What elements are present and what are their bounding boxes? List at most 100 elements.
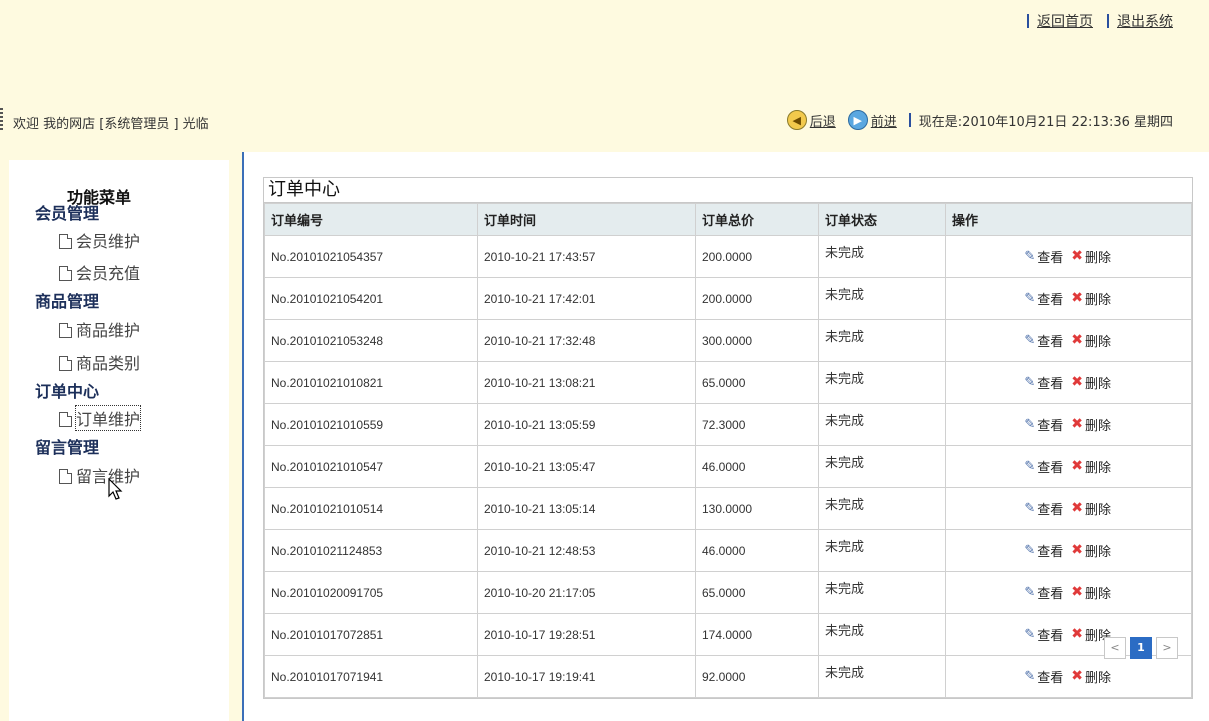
- order-status-cell: 未完成: [818, 403, 946, 446]
- next-page-button[interactable]: >: [1156, 637, 1178, 659]
- table-row: No.20101021010514 2010-10-21 13:05:14 130.…: [264, 487, 1192, 530]
- delete-x-icon: ✖: [1071, 626, 1083, 643]
- back-link[interactable]: 后退: [810, 111, 836, 130]
- pencil-icon: ✎: [1024, 249, 1036, 265]
- home-link[interactable]: 返回首页: [1037, 11, 1093, 31]
- menu-item-order-maintenance[interactable]: 订单维护: [59, 405, 142, 431]
- order-status-cell: 未完成: [818, 655, 946, 698]
- order-id-cell: No.20101017072851: [264, 613, 478, 656]
- column-header: 订单总价: [695, 203, 819, 236]
- delete-button[interactable]: ✖ 删除: [1071, 667, 1111, 686]
- table-row: No.20101017072851 2010-10-17 19:28:51 174.…: [264, 613, 1192, 656]
- view-button[interactable]: ✎ 查看: [1024, 331, 1063, 350]
- delete-x-icon: ✖: [1071, 290, 1083, 307]
- logout-link[interactable]: 退出系统: [1117, 11, 1173, 31]
- order-time-cell: 2010-10-21 17:32:48: [477, 319, 696, 362]
- forward-link[interactable]: 前进: [871, 111, 897, 130]
- view-button[interactable]: ✎ 查看: [1024, 289, 1063, 308]
- current-datetime: 现在是:2010年10月21日 22:13:36 星期四: [918, 114, 1173, 130]
- delete-button[interactable]: ✖ 删除: [1071, 331, 1111, 350]
- order-time-cell: 2010-10-20 21:17:05: [477, 571, 696, 614]
- delete-button[interactable]: ✖ 删除: [1071, 289, 1111, 308]
- order-total-cell: 72.3000: [695, 403, 819, 446]
- order-status-cell: 未完成: [818, 361, 946, 404]
- sidebar-frame: 功能菜单 会员管理 会员维护 会员充值 商品管理 商品维护 商品类别 订单中心 …: [0, 152, 242, 721]
- view-button[interactable]: ✎ 查看: [1024, 373, 1063, 392]
- orders-table: 订单编号 订单时间 订单总价 订单状态 操作 No.20101021054357…: [264, 203, 1192, 698]
- order-id-cell: No.20101021010547: [264, 445, 478, 488]
- order-total-cell: 46.0000: [695, 529, 819, 572]
- delete-button[interactable]: ✖ 删除: [1071, 583, 1111, 602]
- view-button[interactable]: ✎ 查看: [1024, 415, 1063, 434]
- order-status-cell: 未完成: [818, 487, 946, 530]
- menu-item-member-maintenance[interactable]: 会员维护: [59, 228, 140, 252]
- menu-item-message-maintenance[interactable]: 留言维护: [59, 463, 140, 487]
- menu-group-products: 商品管理: [35, 292, 100, 311]
- forward-arrow-icon[interactable]: ▶: [847, 110, 868, 130]
- welcome-marker: [0, 108, 3, 130]
- order-total-cell: 200.0000: [695, 277, 819, 320]
- delete-x-icon: ✖: [1071, 458, 1083, 475]
- delete-x-icon: ✖: [1071, 668, 1083, 685]
- order-total-cell: 65.0000: [695, 571, 819, 614]
- view-button[interactable]: ✎ 查看: [1024, 541, 1063, 560]
- table-header-row: 订单编号 订单时间 订单总价 订单状态 操作: [264, 203, 1192, 236]
- view-button[interactable]: ✎ 查看: [1024, 583, 1063, 602]
- menu-group-members: 会员管理: [35, 204, 100, 223]
- delete-button[interactable]: ✖ 删除: [1071, 457, 1111, 476]
- view-button[interactable]: ✎ 查看: [1024, 457, 1063, 476]
- view-button[interactable]: ✎ 查看: [1024, 625, 1063, 644]
- menu-item-product-category[interactable]: 商品类别: [59, 350, 140, 374]
- view-button[interactable]: ✎ 查看: [1024, 499, 1063, 518]
- document-icon: [59, 266, 72, 281]
- document-icon: [59, 323, 72, 338]
- delete-button[interactable]: ✖ 删除: [1071, 247, 1111, 266]
- table-row: No.20101021010547 2010-10-21 13:05:47 46.0…: [264, 445, 1192, 488]
- delete-button[interactable]: ✖ 删除: [1071, 415, 1111, 434]
- order-time-cell: 2010-10-21 12:48:53: [477, 529, 696, 572]
- order-id-cell: No.20101017071941: [264, 655, 478, 698]
- order-id-cell: No.20101021054357: [264, 235, 478, 278]
- order-id-cell: No.20101021010514: [264, 487, 478, 530]
- menu-item-member-recharge[interactable]: 会员充值: [59, 260, 140, 284]
- operations-cell: ✎ 查看 ✖ 删除: [945, 529, 1192, 572]
- order-status-cell: 未完成: [818, 529, 946, 572]
- order-total-cell: 200.0000: [695, 235, 819, 278]
- menu-group-messages: 留言管理: [35, 438, 100, 457]
- order-time-cell: 2010-10-21 17:42:01: [477, 277, 696, 320]
- pencil-icon: ✎: [1024, 543, 1036, 559]
- order-time-cell: 2010-10-21 13:05:14: [477, 487, 696, 530]
- order-total-cell: 65.0000: [695, 361, 819, 404]
- sidebar-divider: [242, 152, 244, 721]
- view-button[interactable]: ✎ 查看: [1024, 247, 1063, 266]
- view-button[interactable]: ✎ 查看: [1024, 667, 1063, 686]
- back-arrow-icon[interactable]: ◀: [786, 110, 807, 130]
- top-links: 返回首页 退出系统: [1013, 11, 1173, 31]
- operations-cell: ✎ 查看 ✖ 删除: [945, 319, 1192, 362]
- operations-cell: ✎ 查看 ✖ 删除: [945, 445, 1192, 488]
- delete-button[interactable]: ✖ 删除: [1071, 373, 1111, 392]
- menu-item-product-maintenance[interactable]: 商品维护: [59, 317, 140, 341]
- delete-x-icon: ✖: [1071, 374, 1083, 391]
- order-id-cell: No.20101020091705: [264, 571, 478, 614]
- prev-page-button[interactable]: <: [1104, 637, 1126, 659]
- order-total-cell: 46.0000: [695, 445, 819, 488]
- order-total-cell: 130.0000: [695, 487, 819, 530]
- order-status-cell: 未完成: [818, 613, 946, 656]
- page-1-button[interactable]: 1: [1130, 637, 1152, 659]
- order-id-cell: No.20101021010559: [264, 403, 478, 446]
- delete-x-icon: ✖: [1071, 416, 1083, 433]
- operations-cell: ✎ 查看 ✖ 删除: [945, 361, 1192, 404]
- order-time-cell: 2010-10-21 13:05:47: [477, 445, 696, 488]
- document-icon: [59, 356, 72, 371]
- order-time-cell: 2010-10-21 13:08:21: [477, 361, 696, 404]
- operations-cell: ✎ 查看 ✖ 删除: [945, 487, 1192, 530]
- delete-button[interactable]: ✖ 删除: [1071, 499, 1111, 518]
- pencil-icon: ✎: [1024, 375, 1036, 391]
- link-separator: [1107, 14, 1109, 28]
- pencil-icon: ✎: [1024, 627, 1036, 643]
- table-row: No.20101017071941 2010-10-17 19:19:41 92.0…: [264, 655, 1192, 698]
- delete-button[interactable]: ✖ 删除: [1071, 541, 1111, 560]
- mouse-cursor-icon: [108, 478, 123, 500]
- column-header: 订单时间: [477, 203, 696, 236]
